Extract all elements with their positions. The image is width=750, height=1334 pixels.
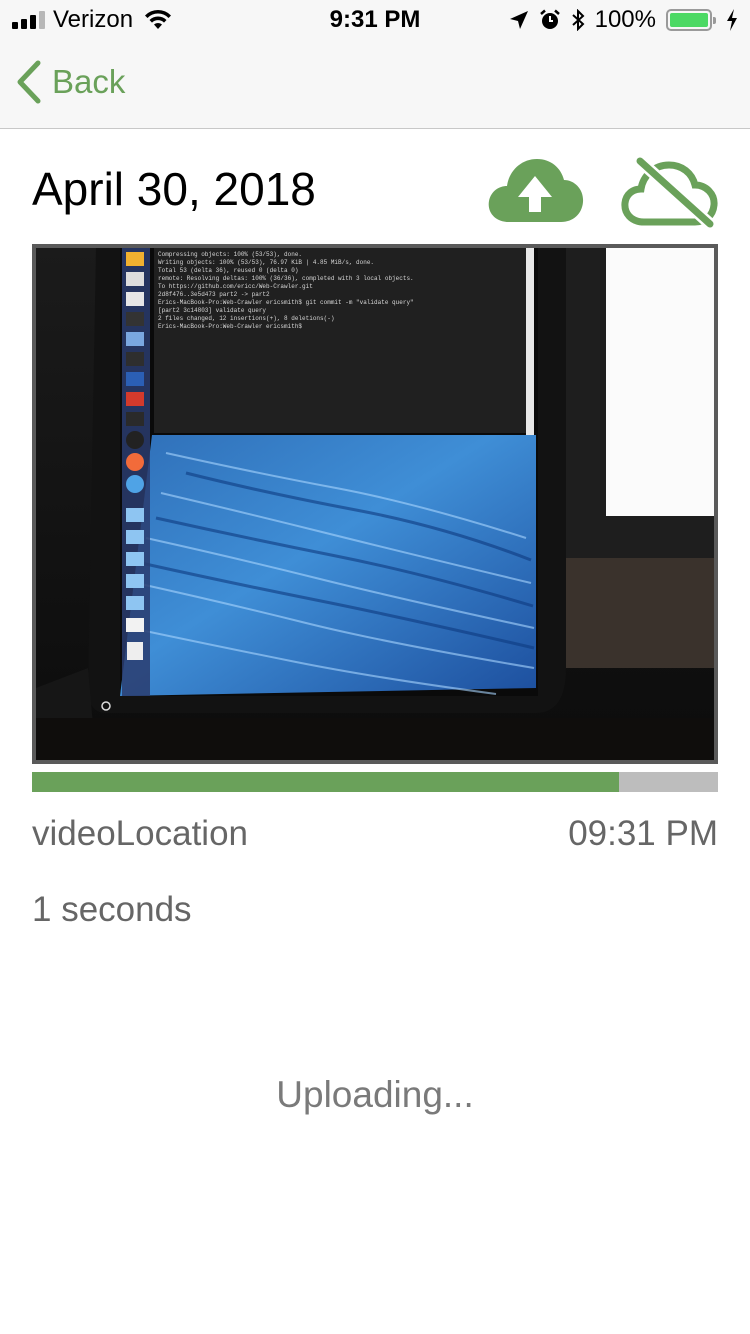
upload-status: Uploading... [276, 1074, 474, 1115]
charging-bolt-icon [727, 9, 737, 31]
offline-button[interactable] [620, 156, 720, 229]
video-duration: 1 seconds [32, 890, 192, 929]
navigation-bar: Back [0, 40, 750, 129]
alarm-icon [539, 9, 560, 29]
svg-text:Compressing objects: 100% (53/: Compressing objects: 100% (53/53), done. [158, 251, 302, 258]
video-location: videoLocation [32, 814, 248, 853]
upload-progress-bar [32, 772, 718, 792]
svg-text:2d8f476..3e5d473 part2 -> par: 2d8f476..3e5d473 part2 -> part2 [158, 291, 270, 298]
upload-progress-fill [32, 772, 619, 792]
svg-text:Total 53 (delta 36), reused 0: Total 53 (delta 36), reused 0 (delta 0) [158, 267, 298, 274]
bluetooth-icon [571, 9, 585, 31]
svg-text:[part2 3c14803] validate query: [part2 3c14803] validate query [158, 307, 266, 314]
svg-text:To https://github.com/ericc/We: To https://github.com/ericc/Web-Crawler.… [158, 283, 313, 290]
upload-button[interactable] [487, 156, 585, 224]
cloud-off-icon [621, 156, 718, 229]
location-arrow-icon [509, 11, 528, 29]
recording-date: April 30, 2018 [32, 163, 316, 215]
svg-text:2 files changed, 12 insertions: 2 files changed, 12 insertions(+), 8 del… [158, 315, 334, 322]
svg-text:Erics-MacBook-Pro:Web-Crawler: Erics-MacBook-Pro:Web-Crawler ericsmith$ [158, 323, 302, 330]
chevron-left-icon [17, 60, 41, 104]
status-bar: Verizon 9:31 PM 100% [0, 0, 750, 40]
video-time: 09:31 PM [568, 814, 718, 853]
status-right: 100% [509, 6, 738, 34]
video-thumbnail[interactable]: Compressing objects: 100% (53/53), done.… [32, 244, 718, 764]
battery-icon [666, 9, 716, 31]
cloud-upload-icon [488, 159, 584, 222]
back-label: Back [52, 63, 126, 100]
back-button[interactable]: Back [16, 60, 125, 104]
battery-percent: 100% [594, 6, 656, 33]
svg-text:Writing objects: 100% (53/53),: Writing objects: 100% (53/53), 76.97 KiB… [158, 259, 374, 266]
video-thumbnail-image: Compressing objects: 100% (53/53), done.… [36, 248, 714, 760]
svg-text:remote: Resolving deltas: 100%: remote: Resolving deltas: 100% (36/36), … [158, 275, 414, 282]
svg-text:Erics-MacBook-Pro:Web-Crawler: Erics-MacBook-Pro:Web-Crawler ericsmith$… [158, 299, 414, 306]
